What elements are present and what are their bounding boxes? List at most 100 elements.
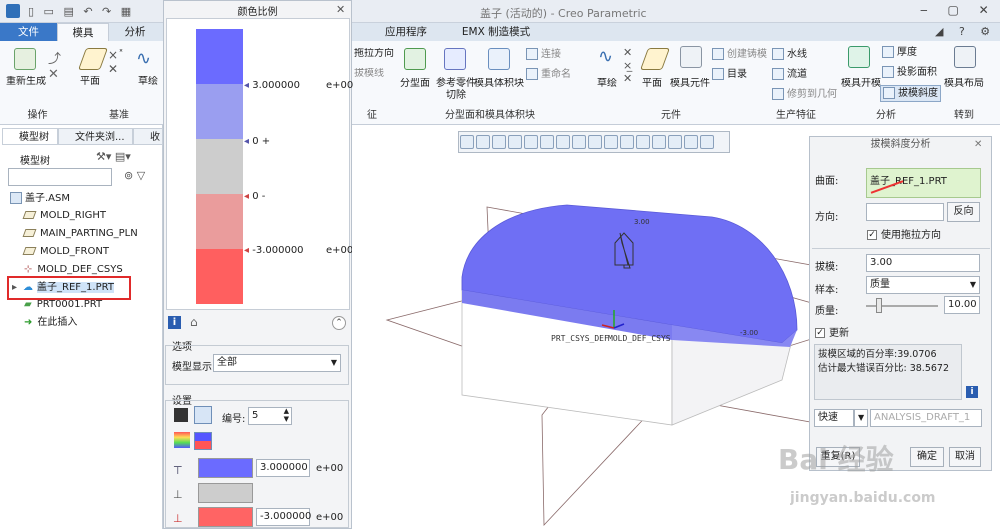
tree-item-assembly[interactable]: 盖子.ASM [10,190,70,208]
expand-arrow-icon[interactable]: ▸ [12,282,17,293]
update-checkbox[interactable]: ✓ 更新 [815,324,849,339]
datum-icons[interactable]: ✕ ×̲ ✕ [623,46,632,85]
group-feature[interactable]: 征 [352,108,392,123]
mold-open-button[interactable]: 模具开模 [841,78,881,90]
projected-area-button[interactable]: 投影面积 [882,66,937,79]
runner-button[interactable]: 流道 [772,68,807,81]
tab-applications[interactable]: 应用程序 [372,23,440,41]
quality-slider-handle[interactable] [876,298,882,313]
group-goto[interactable]: 转到 [934,108,994,123]
cancel-button[interactable]: 取消 [949,447,981,467]
connect-button[interactable]: 连接 [526,48,561,61]
group-parting-surface[interactable]: 分型面和模具体积块 [392,108,588,123]
mold-volume-button[interactable]: 模具体积块 [474,78,524,90]
spectrum-icon[interactable] [174,432,190,448]
ref-part-cut-button[interactable]: 参考零件切除 [432,78,480,102]
group-component[interactable]: 元件 [588,108,754,123]
ok-button[interactable]: 确定 [910,447,944,467]
sketch-icon[interactable]: ∿ [136,48,151,69]
sample-select[interactable]: 质量 ▼ [866,276,980,294]
info-icon[interactable]: i [966,386,978,398]
window-controls[interactable]: ‒ ▢ ✕ [920,3,1000,19]
color-mode-icon[interactable] [174,408,188,422]
tab-favorites[interactable]: 收 [133,128,163,145]
plane-icon-2[interactable] [639,48,671,73]
lower-value-input[interactable]: -3.000000 [256,508,311,526]
regenerate-icon[interactable] [14,48,36,73]
two-color-icon[interactable] [194,432,212,450]
waterline-button[interactable]: 水线 [772,48,807,61]
rename-button[interactable]: 重命名 [526,68,571,81]
trim-geom-button[interactable]: 修剪到几何 [772,88,837,101]
parting-surface-button[interactable]: 分型面 [400,78,430,90]
reverse-button[interactable]: 反向 [947,202,980,222]
binoculars-icon[interactable]: ⊚ ▽ [124,169,145,182]
quality-input[interactable]: 10.00 [944,296,980,314]
scale-value: 0 + [252,136,271,147]
plane-button[interactable]: 平面 [80,76,100,88]
draft-angle-label: 拔模: [815,262,839,273]
tree-settings-icon[interactable]: ⚒▾ ▤▾ [96,150,131,163]
tab-mold[interactable]: 模具 [57,23,109,41]
mold-layout-button[interactable]: 模具布局 [944,78,984,90]
tab-model-tree[interactable]: 模型树 [2,128,58,145]
datum-point-icon[interactable]: ×˟ ✕ [108,48,124,76]
mold-open-icon[interactable] [848,46,870,71]
surface-collector[interactable]: 盖子_REF_1.PRT [866,168,981,198]
tab-analysis[interactable]: 分析 [109,23,161,41]
analysis-name-input[interactable]: ANALYSIS_DRAFT_1 [870,409,982,427]
tree-item-ref-part[interactable]: ▸ ☁ 盖子_REF_1.PRT [12,279,114,297]
mold-layout-icon[interactable] [954,46,976,71]
mold-component-button[interactable]: 模具元件 [670,78,710,90]
sketch-button-2[interactable]: 草绘 [597,78,617,90]
upper-value-input[interactable]: 3.000000 [256,459,310,477]
home-icon[interactable]: ⌂ [190,315,198,329]
tree-search-input[interactable] [8,168,112,186]
tree-item-mold-front[interactable]: MOLD_FRONT [22,243,109,261]
band-mode-icon[interactable] [194,406,212,424]
thickness-button[interactable]: 厚度 [882,46,917,59]
regenerate-button[interactable]: 重新生成 [6,76,46,88]
quick-access-toolbar[interactable]: ▯ ▭ ▤ ↶ ↷ ▦ [28,5,134,18]
sketch-icon-2[interactable]: ∿ [598,46,613,67]
chevron-down-icon[interactable]: ▼ [854,409,868,427]
group-operations[interactable]: 操作 [0,108,75,123]
catalog-button[interactable]: 目录 [712,68,747,81]
tree-item-mold-right[interactable]: MOLD_RIGHT [22,207,106,225]
info-icon[interactable]: i [168,316,181,329]
edit-small-icons[interactable]: ⤴ ✕ [48,48,61,82]
number-spinner[interactable]: 5 ▲ ▼ [248,407,292,425]
mold-component-icon[interactable] [680,46,702,71]
tree-item-parting-plane[interactable]: MAIN_PARTING_PLN [22,225,138,243]
use-drag-dir-checkbox[interactable]: ✓ 使用拖拉方向 [867,226,941,241]
draft-angle-input[interactable]: 3.00 [866,254,980,272]
draft-check-button[interactable]: 拔模斜度 [880,85,941,102]
close-icon[interactable]: ✕ [974,139,982,150]
group-production[interactable]: 生产特征 [754,108,838,123]
help-icons[interactable]: ◢ ? ⚙ [935,25,999,38]
quick-select[interactable]: 快速 [814,409,854,427]
color-swatch-middle[interactable] [198,483,253,503]
parting-surface-icon[interactable] [404,48,426,73]
mold-volume-icon[interactable] [488,48,510,73]
tab-folder-browser[interactable]: 文件夹浏... [58,128,133,145]
plane-button-2[interactable]: 平面 [642,78,662,90]
tree-item-insert-here[interactable]: ➜ 在此插入 [24,314,77,332]
collapse-icon[interactable]: ⌃ [332,316,346,330]
color-swatch-lower[interactable] [198,507,253,527]
sketch-button[interactable]: 草绘 [138,76,158,88]
silhouette-button[interactable]: 拔模线 [354,68,384,80]
plane-icon[interactable] [77,48,109,73]
direction-collector[interactable] [866,203,944,221]
tab-file[interactable]: 文件 [0,23,57,41]
group-datum[interactable]: 基准 [75,108,163,123]
group-analysis[interactable]: 分析 [838,108,934,123]
close-icon[interactable]: ✕ [336,3,345,16]
model-display-select[interactable]: 全部 ▼ [213,354,341,372]
create-cast-button[interactable]: 创建铸模 [712,48,767,61]
color-swatch-upper[interactable] [198,458,253,478]
tree-item-prt0001[interactable]: ▰ PRT0001.PRT [24,296,102,314]
tab-emx[interactable]: EMX 制造模式 [445,23,547,41]
drag-direction-button[interactable]: 拖拉方向 [354,48,394,60]
ref-part-cut-icon[interactable] [444,48,466,73]
